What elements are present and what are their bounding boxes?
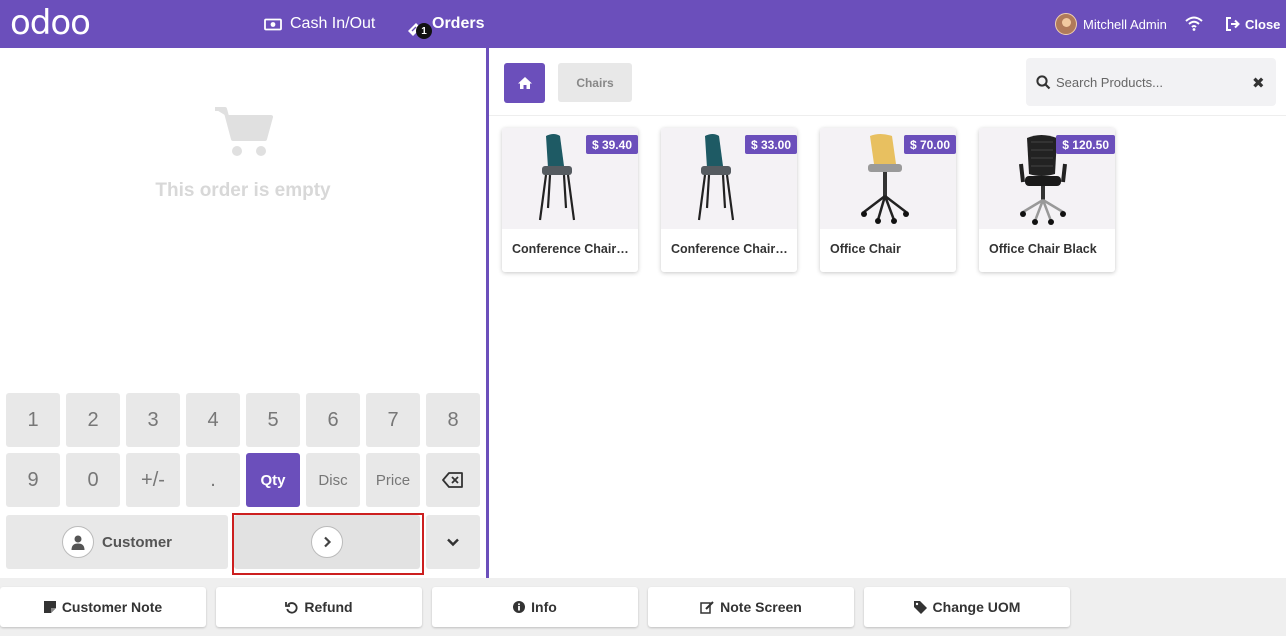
numpad-key-3[interactable]: 3 (126, 393, 180, 447)
user-menu[interactable]: Mitchell Admin (1055, 0, 1167, 48)
home-icon (517, 77, 532, 89)
products-pane: Chairs ✖ $ 39.40 Conference Chair (Steel… (489, 48, 1286, 578)
customer-note-button[interactable]: Customer Note (0, 587, 206, 627)
cash-in-out-button[interactable]: Cash In/Out (264, 0, 375, 48)
sticky-note-icon (43, 601, 56, 613)
category-chairs-button[interactable]: Chairs (558, 63, 632, 102)
numpad-key-8[interactable]: 8 (426, 393, 480, 447)
backspace-icon (442, 472, 463, 488)
product-name: Office Chair Black (989, 242, 1097, 256)
price-tag: $ 33.00 (744, 135, 797, 154)
numpad-key-5[interactable]: 5 (246, 393, 300, 447)
tag-icon (913, 600, 927, 614)
chevron-right-icon (311, 526, 343, 558)
sign-out-icon (1226, 17, 1240, 31)
more-actions-button[interactable] (426, 515, 480, 569)
product-card[interactable]: $ 120.50 Office Chair Black (979, 128, 1115, 272)
payment-button[interactable] (234, 515, 420, 569)
numpad-key-decimal[interactable]: . (186, 453, 240, 507)
change-uom-button[interactable]: Change UOM (864, 587, 1070, 627)
product-image: $ 33.00 (661, 128, 797, 229)
control-buttons-bar: Customer Note Refund Info Note Screen Ch… (0, 578, 1286, 636)
search-icon (1036, 75, 1051, 90)
customer-note-label: Customer Note (61, 599, 163, 615)
empty-order-text: This order is empty (155, 180, 331, 201)
mode-price-button[interactable]: Price (366, 453, 420, 507)
product-image: $ 70.00 (820, 128, 956, 229)
customer-label: Customer (101, 533, 172, 551)
close-button[interactable]: Close (1225, 0, 1280, 48)
info-button[interactable]: Info (432, 587, 638, 627)
orders-count-badge: 1 (416, 23, 432, 39)
numpad-key-0[interactable]: 0 (66, 453, 120, 507)
numpad-key-4[interactable]: 4 (186, 393, 240, 447)
orders-button[interactable]: 1 Orders (406, 0, 484, 48)
odoo-logo: odoo (10, 3, 91, 43)
product-card[interactable]: $ 70.00 Office Chair (820, 128, 956, 272)
user-name: Mitchell Admin (1083, 16, 1167, 32)
backspace-button[interactable] (426, 453, 480, 507)
customer-button[interactable]: Customer (6, 515, 228, 569)
logo-text: odoo (10, 3, 91, 43)
top-bar: odoo Cash In/Out 1 Orders Mitchell Admin (0, 0, 1286, 48)
numpad-key-7[interactable]: 7 (366, 393, 420, 447)
product-image: $ 39.40 (502, 128, 638, 229)
numpad-key-plus-minus[interactable]: +/- (126, 453, 180, 507)
refund-label: Refund (304, 599, 353, 615)
product-card[interactable]: $ 39.40 Conference Chair (Steel) (502, 128, 638, 272)
product-name: Conference Chair (Aluminium) (671, 242, 791, 256)
avatar (1055, 13, 1077, 35)
wifi-icon (1185, 16, 1203, 31)
close-label: Close (1245, 16, 1281, 32)
price-tag: $ 70.00 (903, 135, 956, 154)
orders-label: Orders (432, 15, 485, 32)
note-screen-label: Note Screen (720, 599, 802, 615)
empty-order: This order is empty (0, 103, 486, 202)
search-input[interactable] (1056, 70, 1246, 94)
product-card[interactable]: $ 33.00 Conference Chair (Aluminium) (661, 128, 797, 272)
undo-icon (285, 601, 298, 614)
info-icon (513, 601, 526, 613)
home-category-button[interactable] (504, 63, 545, 103)
price-tag: $ 39.40 (585, 135, 638, 154)
cash-in-out-label: Cash In/Out (290, 15, 376, 32)
shopping-cart-icon (215, 107, 273, 156)
numpad-key-2[interactable]: 2 (66, 393, 120, 447)
mode-qty-button[interactable]: Qty (246, 453, 300, 507)
product-image: $ 120.50 (979, 128, 1115, 229)
product-name: Conference Chair (Steel) (512, 242, 632, 256)
products-header: Chairs ✖ (489, 48, 1286, 116)
note-screen-button[interactable]: Note Screen (648, 587, 854, 627)
edit-icon (700, 600, 714, 614)
user-icon (61, 526, 94, 558)
product-search: ✖ (1026, 58, 1276, 106)
refund-button[interactable]: Refund (216, 587, 422, 627)
numpad-key-6[interactable]: 6 (306, 393, 360, 447)
money-icon (264, 18, 282, 30)
mode-disc-button[interactable]: Disc (306, 453, 360, 507)
change-uom-label: Change UOM (932, 599, 1021, 615)
ticket-icon: 1 (406, 14, 432, 39)
order-pane: This order is empty 1 2 3 4 5 6 7 8 9 0 … (0, 48, 486, 578)
numpad-key-1[interactable]: 1 (6, 393, 60, 447)
product-name: Office Chair (830, 242, 901, 256)
numpad-key-9[interactable]: 9 (6, 453, 60, 507)
chevron-down-icon (447, 538, 459, 547)
price-tag: $ 120.50 (1056, 135, 1115, 154)
info-label: Info (531, 599, 557, 615)
clear-search-icon[interactable]: ✖ (1252, 74, 1265, 92)
